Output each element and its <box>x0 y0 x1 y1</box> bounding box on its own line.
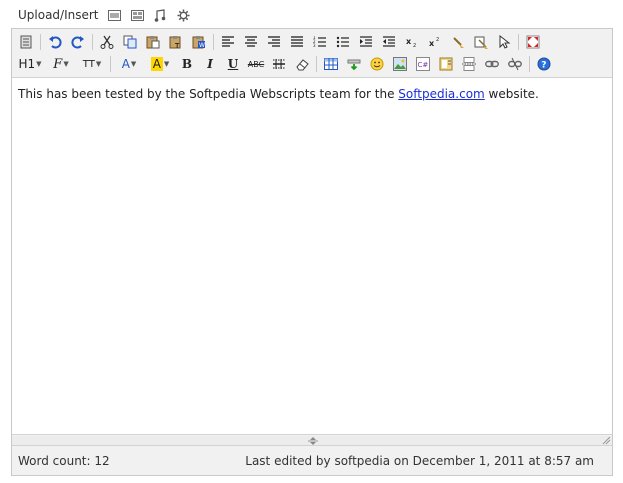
ordered-list-icon[interactable]: 123 <box>310 32 330 52</box>
toolbar-row-1: T W 123 x2 x2 <box>16 31 546 53</box>
paste-text-icon[interactable]: T <box>166 32 186 52</box>
italic-button[interactable]: I <box>200 54 220 74</box>
gear-icon[interactable] <box>176 8 191 23</box>
bold-button[interactable]: B <box>177 54 197 74</box>
music-icon[interactable] <box>153 8 168 23</box>
corner-resize-icon <box>602 436 611 445</box>
help-icon[interactable]: ? <box>534 54 554 74</box>
insert-row-icon[interactable] <box>344 54 364 74</box>
align-right-icon[interactable] <box>264 32 284 52</box>
eraser-icon[interactable] <box>292 54 312 74</box>
upload-insert-bar: Upload/Insert <box>18 5 191 25</box>
softpedia-link[interactable]: Softpedia.com <box>398 87 484 101</box>
redo-icon[interactable] <box>68 32 88 52</box>
show-toolbar-icon[interactable] <box>16 32 36 52</box>
align-left-icon[interactable] <box>218 32 238 52</box>
svg-text:?: ? <box>541 61 546 71</box>
toolbar-separator <box>40 34 41 50</box>
insert-template-icon[interactable] <box>436 54 456 74</box>
text-color-dropdown[interactable]: A ▼ <box>115 54 143 74</box>
toolbar-separator <box>529 56 530 72</box>
svg-text:3: 3 <box>313 43 316 48</box>
svg-text:x: x <box>406 37 412 46</box>
unordered-list-icon[interactable] <box>333 32 353 52</box>
font-family-dropdown[interactable]: F ▼ <box>47 54 75 74</box>
upload-insert-label: Upload/Insert <box>18 8 99 22</box>
text-color-label: A <box>121 57 130 71</box>
chevron-down-icon: ▼ <box>36 60 42 68</box>
insert-code-icon[interactable]: C# <box>413 54 433 74</box>
chevron-down-icon: ▼ <box>130 60 137 68</box>
svg-text:x: x <box>429 39 435 48</box>
editor-content[interactable]: This has been tested by the Softpedia We… <box>12 78 612 435</box>
chevron-down-icon: ▼ <box>163 60 170 68</box>
content-text-end: website. <box>484 87 539 101</box>
strikethrough-button[interactable]: ABC <box>246 54 266 74</box>
underline-button[interactable]: U <box>223 54 243 74</box>
resize-grip-icon <box>308 437 318 445</box>
font-family-label: F <box>53 56 63 72</box>
table-icon[interactable] <box>321 54 341 74</box>
italic-label: I <box>207 57 213 71</box>
bold-label: B <box>181 57 193 71</box>
align-center-icon[interactable] <box>241 32 261 52</box>
cut-icon[interactable] <box>97 32 117 52</box>
unlink-icon[interactable] <box>505 54 525 74</box>
toolbar-separator <box>518 34 519 50</box>
svg-text:2: 2 <box>436 37 439 43</box>
last-edited: Last edited by softpedia on December 1, … <box>245 453 594 468</box>
editor-toolbar: T W 123 x2 x2 H1 ▼ F ▼ TT ▼ A ▼ A ▼ B I … <box>12 29 612 78</box>
rich-text-editor: T W 123 x2 x2 H1 ▼ F ▼ TT ▼ A ▼ A ▼ B I … <box>11 28 613 476</box>
svg-text:C#: C# <box>418 61 429 69</box>
underline-label: U <box>227 57 239 71</box>
page-break-icon[interactable] <box>459 54 479 74</box>
image-icon[interactable] <box>107 8 122 23</box>
insert-image-icon[interactable] <box>390 54 410 74</box>
svg-text:T: T <box>174 42 180 49</box>
editor-resize-handle[interactable] <box>12 436 612 446</box>
svg-text:W: W <box>199 42 205 49</box>
paste-icon[interactable] <box>143 32 163 52</box>
word-count: Word count: 12 <box>18 453 110 468</box>
toolbar-separator <box>110 56 111 72</box>
font-size-label: TT <box>82 58 95 70</box>
svg-text:2: 2 <box>413 43 416 48</box>
emoticon-icon[interactable] <box>367 54 387 74</box>
gallery-icon[interactable] <box>130 8 145 23</box>
paste-word-icon[interactable]: W <box>189 32 209 52</box>
highlight-color-label: A <box>150 57 163 71</box>
highlight-color-dropdown[interactable]: A ▼ <box>146 54 174 74</box>
chevron-down-icon: ▼ <box>95 60 102 68</box>
clean-formatting-icon[interactable] <box>448 32 468 52</box>
subscript-icon[interactable]: x2 <box>402 32 422 52</box>
strikethrough-label: ABC <box>247 59 265 69</box>
toolbar-separator <box>92 34 93 50</box>
toolbar-separator <box>213 34 214 50</box>
editor-status-bar: Word count: 12 Last edited by softpedia … <box>12 446 612 475</box>
superscript-icon[interactable]: x2 <box>425 32 445 52</box>
copy-icon[interactable] <box>120 32 140 52</box>
format-heading-dropdown[interactable]: H1 ▼ <box>16 54 44 74</box>
toolbar-separator <box>316 56 317 72</box>
font-size-dropdown[interactable]: TT ▼ <box>78 54 106 74</box>
cleanup-code-icon[interactable] <box>471 32 491 52</box>
fullscreen-icon[interactable] <box>523 32 543 52</box>
format-heading-label: H1 <box>18 57 36 71</box>
insert-link-icon[interactable] <box>482 54 502 74</box>
content-text-start: This has been tested by the Softpedia We… <box>18 87 399 101</box>
select-all-icon[interactable] <box>494 32 514 52</box>
align-justify-icon[interactable] <box>287 32 307 52</box>
outdent-icon[interactable] <box>379 32 399 52</box>
toolbar-row-2: H1 ▼ F ▼ TT ▼ A ▼ A ▼ B I U ABC C# ? <box>16 53 557 75</box>
indent-icon[interactable] <box>356 32 376 52</box>
undo-icon[interactable] <box>45 32 65 52</box>
chevron-down-icon: ▼ <box>63 60 69 68</box>
horizontal-rule-icon[interactable] <box>269 54 289 74</box>
